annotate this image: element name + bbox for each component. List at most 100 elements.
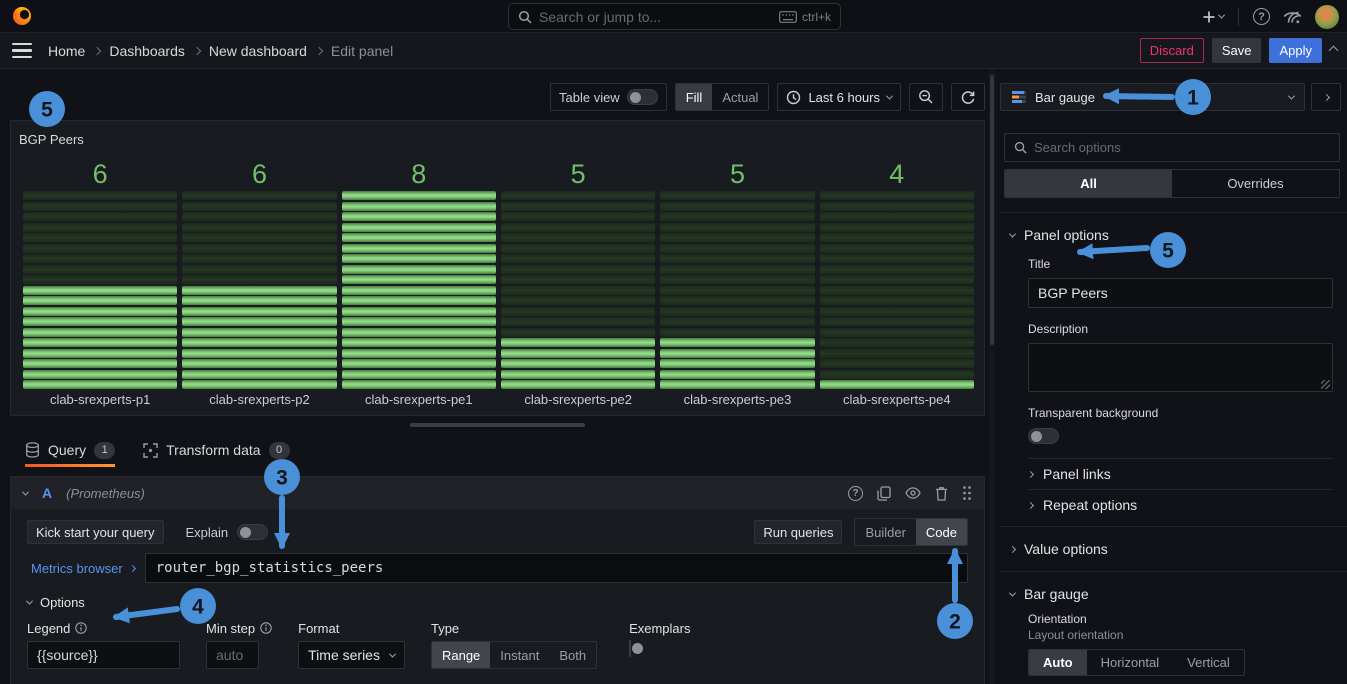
sidebar-collapse-button[interactable] xyxy=(1311,83,1341,111)
query-help-icon[interactable]: ? xyxy=(848,486,863,501)
lcd-cell xyxy=(23,359,177,368)
lcd-cell xyxy=(182,359,336,368)
value-options-section-toggle[interactable]: Value options xyxy=(1000,527,1347,557)
lcd-cell xyxy=(342,349,496,358)
lcd-cells xyxy=(660,191,814,389)
builder-option[interactable]: Builder xyxy=(855,519,915,545)
lcd-cell xyxy=(182,275,336,284)
panel-links-toggle[interactable]: Panel links xyxy=(1028,459,1333,489)
bar-gauge-column: 5clab-srexperts-pe2 xyxy=(501,160,655,412)
lcd-cell xyxy=(501,328,655,337)
chevron-down-icon xyxy=(389,650,396,657)
fill-option[interactable]: Fill xyxy=(676,84,713,110)
table-view-control: Table view xyxy=(550,83,667,111)
type-instant-option[interactable]: Instant xyxy=(490,642,549,668)
code-option[interactable]: Code xyxy=(916,519,967,545)
news-button[interactable] xyxy=(1284,8,1301,25)
title-label: Title xyxy=(1028,257,1333,271)
orientation-horizontal[interactable]: Horizontal xyxy=(1087,650,1174,675)
time-range-picker[interactable]: Last 6 hours xyxy=(777,83,901,111)
query-expression-input[interactable]: router_bgp_statistics_peers xyxy=(145,553,968,583)
actual-option[interactable]: Actual xyxy=(712,84,768,110)
chevron-down-icon xyxy=(1009,589,1016,596)
user-avatar[interactable] xyxy=(1315,5,1339,29)
min-step-input[interactable]: auto xyxy=(206,641,259,669)
lcd-cell xyxy=(660,265,814,274)
apply-button[interactable]: Apply xyxy=(1269,38,1322,63)
trash-icon[interactable] xyxy=(935,486,948,501)
add-new-button[interactable] xyxy=(1202,10,1224,24)
type-range-option[interactable]: Range xyxy=(432,642,490,668)
explain-toggle[interactable] xyxy=(237,524,268,540)
plus-icon xyxy=(1202,10,1216,24)
format-select[interactable]: Time series xyxy=(298,641,405,669)
lcd-cell xyxy=(182,338,336,347)
vertical-scrollbar[interactable] xyxy=(989,69,995,684)
resize-grip-icon[interactable] xyxy=(1321,380,1330,389)
metrics-browser-button[interactable]: Metrics browser xyxy=(27,561,145,576)
description-textarea[interactable] xyxy=(1028,343,1333,392)
breadcrumb: Home Dashboards New dashboard Edit panel xyxy=(48,43,393,59)
orientation-auto[interactable]: Auto xyxy=(1029,650,1087,675)
keyboard-icon xyxy=(779,11,797,23)
kick-start-button[interactable]: Kick start your query xyxy=(27,520,164,544)
bar-label: clab-srexperts-p2 xyxy=(182,392,336,412)
refresh-button[interactable] xyxy=(951,83,985,111)
transparent-bg-toggle[interactable] xyxy=(1028,428,1059,444)
lcd-cell xyxy=(660,233,814,242)
options-section-toggle[interactable]: Options xyxy=(27,595,968,610)
repeat-options-toggle[interactable]: Repeat options xyxy=(1028,490,1333,520)
exemplars-toggle[interactable] xyxy=(629,640,631,657)
drag-handle-icon[interactable] xyxy=(962,485,972,501)
bar-value: 8 xyxy=(342,160,496,190)
menu-toggle-icon[interactable] xyxy=(12,43,32,59)
duplicate-icon[interactable] xyxy=(877,486,891,501)
lcd-cell xyxy=(182,212,336,221)
viz-picker-label: Bar gauge xyxy=(1035,90,1095,105)
lcd-cell xyxy=(342,191,496,200)
collapse-header-button[interactable] xyxy=(1330,47,1337,54)
tab-query[interactable]: Query 1 xyxy=(25,439,115,467)
bar-gauge-viz-icon xyxy=(1011,89,1027,105)
breadcrumb-dashboards[interactable]: Dashboards xyxy=(109,43,185,59)
discard-button[interactable]: Discard xyxy=(1140,38,1204,63)
lcd-cell xyxy=(23,370,177,379)
orientation-switch: Auto Horizontal Vertical xyxy=(1028,649,1245,676)
pane-resize-handle[interactable] xyxy=(410,423,585,427)
lcd-cell xyxy=(23,380,177,389)
lcd-cell xyxy=(660,296,814,305)
breadcrumb-home[interactable]: Home xyxy=(48,43,85,59)
table-view-toggle[interactable] xyxy=(627,89,658,105)
panel-title-input[interactable]: BGP Peers xyxy=(1028,278,1333,308)
query-count-badge: 1 xyxy=(94,442,115,459)
save-button[interactable]: Save xyxy=(1212,38,1262,63)
lcd-cell xyxy=(342,359,496,368)
lcd-cell xyxy=(342,296,496,305)
panel-options-section-toggle[interactable]: Panel options xyxy=(1000,213,1347,243)
lcd-cell xyxy=(660,307,814,316)
bgp-peers-panel[interactable]: BGP Peers 6clab-srexperts-p16clab-srexpe… xyxy=(10,120,985,416)
filter-tab-overrides[interactable]: Overrides xyxy=(1172,170,1339,197)
breadcrumb-new-dashboard[interactable]: New dashboard xyxy=(209,43,307,59)
tab-transform-data[interactable]: Transform data 0 xyxy=(143,439,289,467)
run-queries-button[interactable]: Run queries xyxy=(754,520,842,544)
zoom-out-button[interactable] xyxy=(909,83,943,111)
legend-input[interactable]: {{source}} xyxy=(27,641,180,669)
lcd-cell xyxy=(501,202,655,211)
global-search-input[interactable]: Search or jump to... ctrl+k xyxy=(508,3,841,30)
lcd-cell xyxy=(182,286,336,295)
visualization-picker[interactable]: Bar gauge xyxy=(1000,83,1305,111)
help-button[interactable]: ? xyxy=(1253,8,1270,25)
eye-icon[interactable] xyxy=(905,487,921,499)
lcd-cell xyxy=(501,380,655,389)
orientation-vertical[interactable]: Vertical xyxy=(1173,650,1244,675)
search-options-input[interactable]: Search options xyxy=(1004,133,1340,162)
lcd-cell xyxy=(342,286,496,295)
lcd-cell xyxy=(501,191,655,200)
bar-gauge-section-toggle[interactable]: Bar gauge xyxy=(1000,572,1347,602)
type-both-option[interactable]: Both xyxy=(549,642,596,668)
grafana-logo-icon[interactable] xyxy=(10,4,34,28)
query-row-header[interactable]: A (Prometheus) ? xyxy=(11,477,984,509)
lcd-cell xyxy=(660,359,814,368)
filter-tab-all[interactable]: All xyxy=(1005,170,1172,197)
